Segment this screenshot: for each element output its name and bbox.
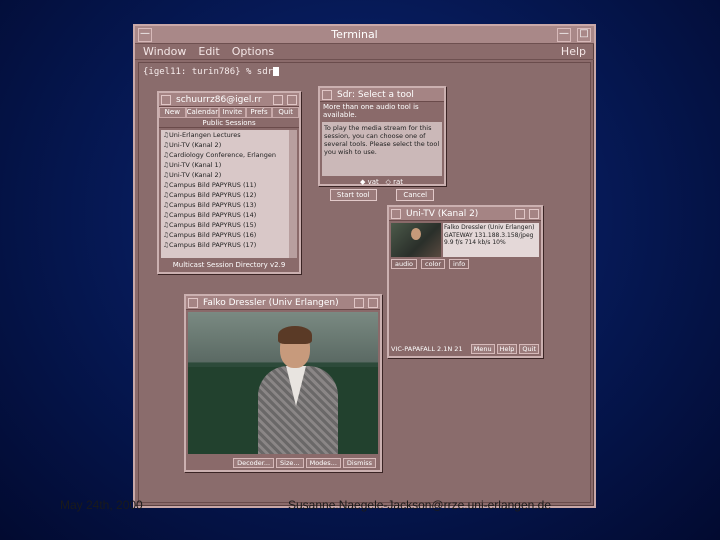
- help-button[interactable]: Help: [496, 344, 518, 354]
- list-item[interactable]: ♫Uni-TV (Kanal 2): [161, 170, 297, 180]
- minimize-icon[interactable]: [515, 208, 525, 219]
- terminal-titlebar[interactable]: — Terminal — □: [135, 26, 594, 44]
- window-menu-icon[interactable]: [188, 297, 198, 308]
- list-scrollbar[interactable]: [289, 130, 297, 258]
- select-tool-message: To play the media stream for this sessio…: [322, 122, 442, 176]
- decoder-button[interactable]: Decoder...: [233, 458, 275, 468]
- list-item[interactable]: ♫Campus Bild PAPYRUS (13): [161, 200, 297, 210]
- window-menu-icon[interactable]: [161, 94, 171, 105]
- menu-edit[interactable]: Edit: [198, 45, 219, 58]
- radio-vat[interactable]: ◆ vat: [360, 178, 379, 186]
- list-item[interactable]: ♫Campus Bild PAPYRUS (14): [161, 210, 297, 220]
- list-item[interactable]: ♫Campus Bild PAPYRUS (17): [161, 240, 297, 250]
- stream-info: Falko Dressler (Univ Erlangen) GATEWAY 1…: [389, 221, 541, 259]
- list-item[interactable]: ♫Uni-TV (Kanal 2): [161, 140, 297, 150]
- select-tool-dialog: Sdr: Select a tool More than one audio t…: [318, 86, 446, 201]
- dismiss-button[interactable]: Dismiss: [342, 458, 376, 468]
- size-button[interactable]: Size...: [276, 458, 304, 468]
- maximize-icon[interactable]: □: [577, 27, 591, 42]
- select-tool-header: More than one audio tool is available.: [323, 103, 419, 119]
- stream-options: audio color info: [389, 259, 541, 269]
- calendar-button[interactable]: Calendar: [185, 107, 220, 118]
- video-window: Falko Dressler (Univ Erlangen) Decoder..…: [184, 294, 382, 472]
- list-item[interactable]: ♫Campus Bild PAPYRUS (11): [161, 180, 297, 190]
- sdr-session-title: schuurrz86@igel.rr: [176, 94, 262, 105]
- vic-control-window: Uni-TV (Kanal 2) Falko Dressler (Univ Er…: [387, 205, 543, 358]
- list-item[interactable]: ♫Campus Bild PAPYRUS (15): [161, 220, 297, 230]
- info-button[interactable]: info: [449, 259, 470, 269]
- terminal-prompt: {igel11: turin786} % sdr: [143, 67, 280, 77]
- list-item[interactable]: ♫Uni-TV (Kanal 1): [161, 160, 297, 170]
- vic-title: Uni-TV (Kanal 2): [406, 208, 479, 219]
- window-menu-icon[interactable]: —: [138, 27, 152, 42]
- cursor: [273, 67, 280, 76]
- prompt-text: {igel11: turin786} % sdr: [143, 67, 274, 77]
- sdr-toolbar: New Calendar Invite Prefs Quit: [159, 107, 299, 118]
- maximize-icon[interactable]: [529, 208, 539, 219]
- vic-titlebar[interactable]: Uni-TV (Kanal 2): [389, 207, 541, 221]
- modes-button[interactable]: Modes...: [305, 458, 341, 468]
- menu-options[interactable]: Options: [232, 45, 274, 58]
- vic-statusbar: VIC-PAPAFALL 2.1N 21 Menu Help Quit: [391, 344, 539, 354]
- list-item[interactable]: ♫Campus Bild PAPYRUS (12): [161, 190, 297, 200]
- select-tool-buttons: Start tool Cancel: [320, 186, 444, 201]
- select-tool-titlebar[interactable]: Sdr: Select a tool: [320, 88, 444, 102]
- video-thumbnail[interactable]: [391, 223, 441, 257]
- menu-button[interactable]: Menu: [470, 344, 495, 354]
- vic-version: VIC-PAPAFALL 2.1N 21: [391, 345, 463, 353]
- menu-help[interactable]: Help: [561, 45, 586, 58]
- session-list-header: Public Sessions: [159, 118, 299, 128]
- date-label: May 24th, 2000: [60, 498, 143, 512]
- radio-rat[interactable]: ◇ rat: [385, 178, 403, 186]
- video-titlebar[interactable]: Falko Dressler (Univ Erlangen): [186, 296, 380, 310]
- window-menu-icon[interactable]: [391, 208, 401, 219]
- minimize-icon[interactable]: —: [557, 27, 571, 42]
- sdr-session-window: schuurrz86@igel.rr New Calendar Invite P…: [157, 91, 301, 274]
- sdr-session-titlebar[interactable]: schuurrz86@igel.rr: [159, 93, 299, 107]
- session-list: ♫Uni-Erlangen Lectures ♫Uni-TV (Kanal 2)…: [161, 130, 297, 258]
- video-controls: Decoder... Size... Modes... Dismiss: [233, 458, 376, 468]
- list-item[interactable]: ♫Campus Bild PAPYRUS (16): [161, 230, 297, 240]
- quit-button[interactable]: Quit: [272, 107, 299, 118]
- video-frame[interactable]: [188, 312, 378, 454]
- hair: [278, 326, 312, 344]
- minimize-icon[interactable]: [273, 94, 283, 105]
- terminal-title: Terminal: [331, 28, 378, 41]
- sdr-version-label: Multicast Session Directory v2.9: [172, 261, 286, 269]
- window-menu-icon[interactable]: [322, 89, 332, 100]
- stream-description: Falko Dressler (Univ Erlangen) GATEWAY 1…: [443, 223, 539, 257]
- new-button[interactable]: New: [159, 107, 186, 118]
- minimize-icon[interactable]: [354, 297, 364, 308]
- list-item[interactable]: ♫Cardiology Conference, Erlangen: [161, 150, 297, 160]
- cancel-button[interactable]: Cancel: [396, 189, 435, 201]
- maximize-icon[interactable]: [287, 94, 297, 105]
- invite-button[interactable]: Invite: [219, 107, 246, 118]
- menu-window[interactable]: Window: [143, 45, 186, 58]
- list-item[interactable]: ♫Uni-Erlangen Lectures: [161, 130, 297, 140]
- tool-radio-group: ◆ vat ◇ rat: [320, 178, 444, 186]
- start-tool-button[interactable]: Start tool: [329, 189, 377, 201]
- lecturer-image: [258, 320, 338, 454]
- quit-button[interactable]: Quit: [519, 344, 539, 354]
- color-checkbox[interactable]: color: [421, 259, 446, 269]
- maximize-icon[interactable]: [368, 297, 378, 308]
- video-title: Falko Dressler (Univ Erlangen): [203, 297, 339, 308]
- email-label: Susanne.Naegele-Jackson@rrze.uni-erlange…: [288, 498, 552, 512]
- select-tool-title: Sdr: Select a tool: [337, 89, 414, 100]
- prefs-button[interactable]: Prefs: [245, 107, 273, 118]
- audio-checkbox[interactable]: audio: [391, 259, 418, 269]
- terminal-menubar: Window Edit Options Help: [135, 44, 594, 60]
